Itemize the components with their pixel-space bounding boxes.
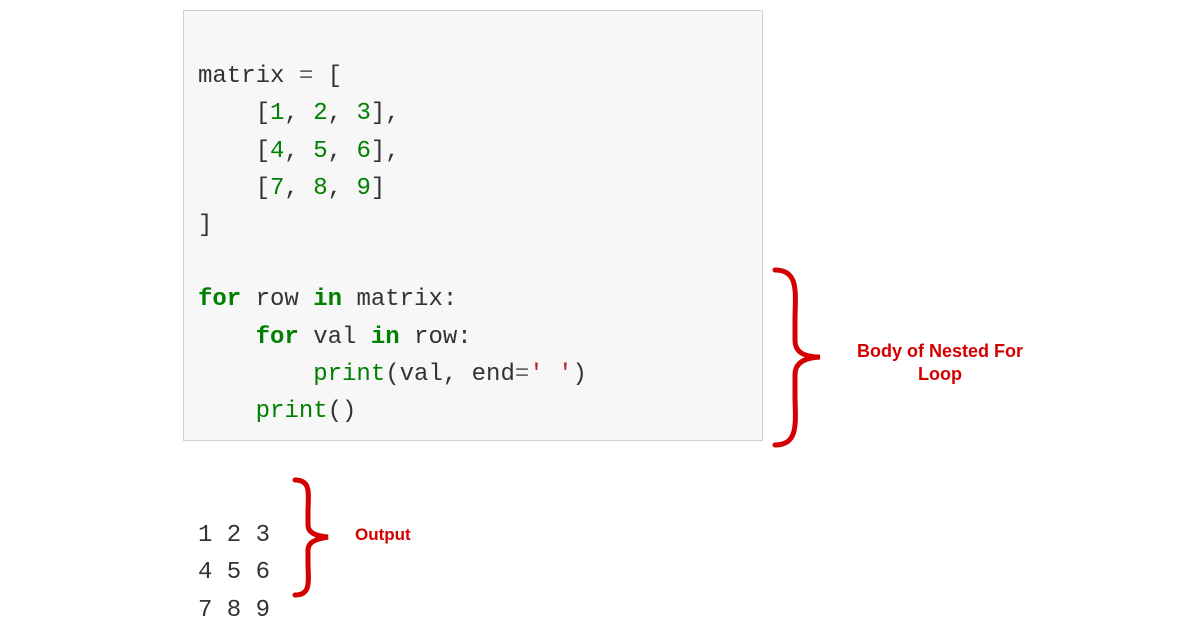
code-line-8: for val in row: — [198, 324, 472, 351]
code-line-10: print() — [198, 398, 356, 425]
code-line-3: [4, 5, 6], — [198, 138, 400, 165]
brace-output-icon — [290, 475, 335, 600]
code-line-9: print(val, end=' ') — [198, 361, 587, 388]
code-line-4: [7, 8, 9] — [198, 175, 385, 202]
brace-body-icon — [770, 265, 830, 450]
label-body: Body of Nested For Loop — [840, 340, 1040, 387]
code-line-2: [1, 2, 3], — [198, 100, 400, 127]
label-output: Output — [355, 525, 411, 545]
code-line-1: matrix = [ — [198, 63, 342, 90]
code-line-7: for row in matrix: — [198, 286, 457, 313]
output-line-2: 4 5 6 — [198, 559, 270, 586]
output-line-1: 1 2 3 — [198, 522, 270, 549]
output-block: 1 2 3 4 5 6 7 8 9 — [198, 480, 270, 629]
output-line-3: 7 8 9 — [198, 597, 270, 624]
code-line-5: ] — [198, 212, 212, 239]
code-block: matrix = [ [1, 2, 3], [4, 5, 6], [7, 8, … — [183, 10, 763, 441]
